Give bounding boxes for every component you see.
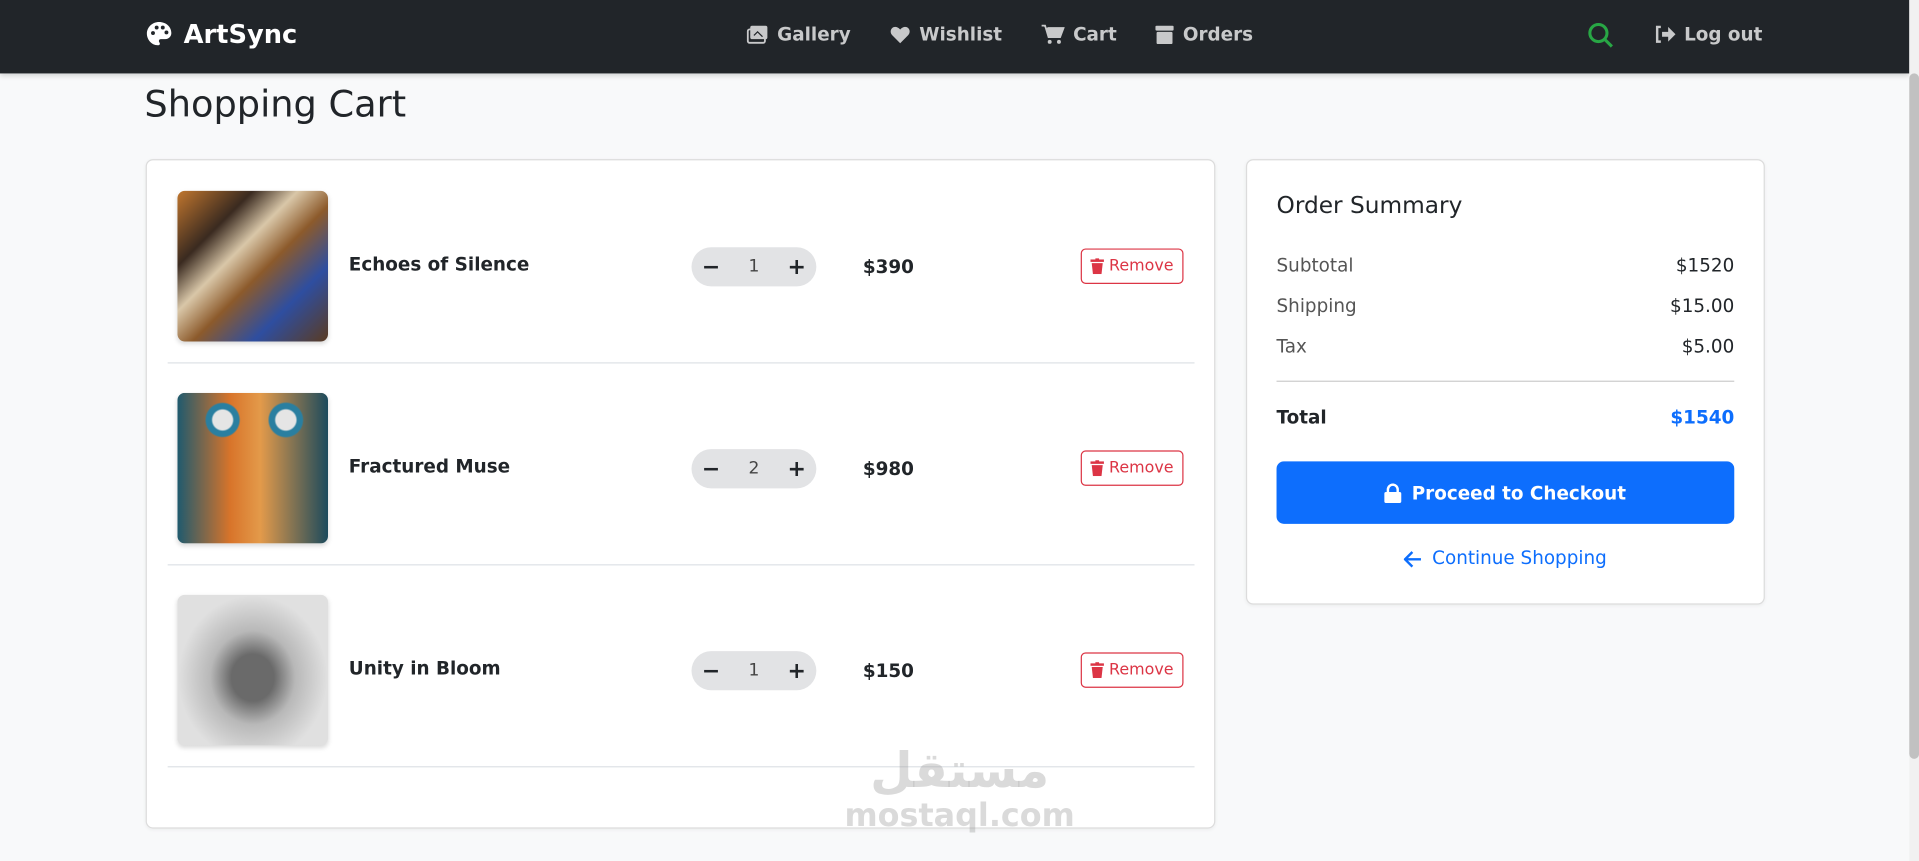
nav-label: Wishlist [919, 23, 1003, 46]
quantity-stepper: − 2 + [691, 449, 817, 489]
quantity-value: 1 [748, 257, 760, 277]
search-icon [1588, 22, 1613, 48]
continue-label: Continue Shopping [1432, 547, 1607, 570]
nav-gallery[interactable]: Gallery [746, 23, 851, 46]
remove-label: Remove [1108, 458, 1174, 478]
quantity-stepper: − 1 + [691, 247, 817, 287]
watermark-arabic: مستقل [870, 742, 1050, 800]
nav-label: Orders [1182, 23, 1254, 46]
scrollbar-thumb[interactable] [1909, 73, 1919, 759]
box-icon [1155, 25, 1175, 45]
page-title: Shopping Cart [144, 83, 407, 127]
item-price: $150 [862, 659, 914, 682]
tax-value: $5.00 [1681, 335, 1735, 358]
palette-icon [146, 22, 172, 46]
order-summary-card: Order Summary Subtotal $1520 Shipping $15.… [1245, 159, 1765, 605]
shipping-value: $15.00 [1670, 294, 1735, 317]
remove-button[interactable]: Remove [1080, 652, 1184, 688]
arrow-left-icon [1404, 551, 1422, 568]
cart-item: Unity in Bloom − 1 + $150 Remove [167, 564, 1195, 768]
decrease-button[interactable]: − [701, 658, 721, 684]
logout-link[interactable]: Log out [1653, 23, 1762, 45]
logout-label: Log out [1684, 23, 1763, 46]
remove-label: Remove [1108, 257, 1174, 276]
shipping-row: Shipping $15.00 [1277, 295, 1735, 317]
nav-label: Cart [1073, 23, 1117, 46]
quantity-value: 1 [748, 660, 760, 681]
cart-items-card: Echoes of Silence − 1 + $390 Remove Fractu… [145, 159, 1216, 829]
nav-label: Gallery [777, 23, 851, 46]
brand-name: ArtSync [183, 19, 298, 49]
item-name: Fractured Muse [348, 455, 511, 478]
checkout-button[interactable]: Proceed to Checkout [1276, 461, 1735, 524]
tax-row: Tax $5.00 [1277, 335, 1735, 357]
subtotal-label: Subtotal [1276, 254, 1354, 277]
divider [1276, 380, 1735, 382]
nav-wishlist[interactable]: Wishlist [890, 23, 1002, 45]
tax-label: Tax [1276, 335, 1307, 358]
remove-button[interactable]: Remove [1080, 248, 1184, 284]
decrease-button[interactable]: − [701, 254, 721, 280]
total-label: Total [1276, 406, 1327, 429]
watermark: مستقل mostaql.com [844, 744, 1074, 835]
cart-item: Echoes of Silence − 1 + $390 Remove [167, 160, 1195, 364]
nav-orders[interactable]: Orders [1155, 23, 1254, 46]
trash-icon [1090, 258, 1105, 275]
shipping-label: Shipping [1276, 294, 1357, 317]
decrease-button[interactable]: − [701, 456, 721, 482]
watermark-latin: mostaql.com [844, 797, 1075, 835]
increase-button[interactable]: + [787, 658, 807, 684]
images-icon [746, 25, 768, 44]
quantity-stepper: − 1 + [691, 651, 817, 691]
remove-label: Remove [1108, 660, 1174, 680]
total-row: Total $1540 [1277, 406, 1735, 428]
remove-button[interactable]: Remove [1080, 450, 1184, 486]
trash-icon [1090, 460, 1105, 477]
continue-shopping-link[interactable]: Continue Shopping [1247, 547, 1763, 569]
artwork-thumbnail [177, 594, 329, 746]
artwork-thumbnail [177, 190, 329, 342]
summary-title: Order Summary [1276, 192, 1463, 220]
trash-icon [1090, 662, 1105, 679]
lock-icon [1384, 482, 1402, 503]
search-button[interactable] [1587, 22, 1614, 54]
item-price: $980 [862, 457, 914, 480]
logout-icon [1655, 25, 1676, 43]
quantity-value: 2 [748, 458, 760, 479]
item-name: Unity in Bloom [348, 657, 501, 680]
navbar: ArtSync Gallery Wishlist Cart Orders Log… [0, 0, 1910, 74]
heart-icon [890, 26, 910, 43]
brand-link[interactable]: ArtSync [144, 20, 297, 49]
increase-button[interactable]: + [787, 254, 807, 280]
cart-item: Fractured Muse − 2 + $980 Remove [167, 362, 1195, 566]
subtotal-value: $1520 [1675, 254, 1735, 277]
artwork-thumbnail [177, 392, 329, 544]
cart-icon [1041, 24, 1065, 44]
scrollbar[interactable] [1909, 0, 1919, 861]
total-value: $1540 [1670, 406, 1735, 429]
nav-cart[interactable]: Cart [1041, 23, 1117, 45]
increase-button[interactable]: + [787, 456, 807, 482]
item-name: Echoes of Silence [348, 253, 530, 276]
item-price: $390 [862, 255, 914, 278]
checkout-label: Proceed to Checkout [1411, 481, 1626, 504]
subtotal-row: Subtotal $1520 [1277, 255, 1735, 277]
